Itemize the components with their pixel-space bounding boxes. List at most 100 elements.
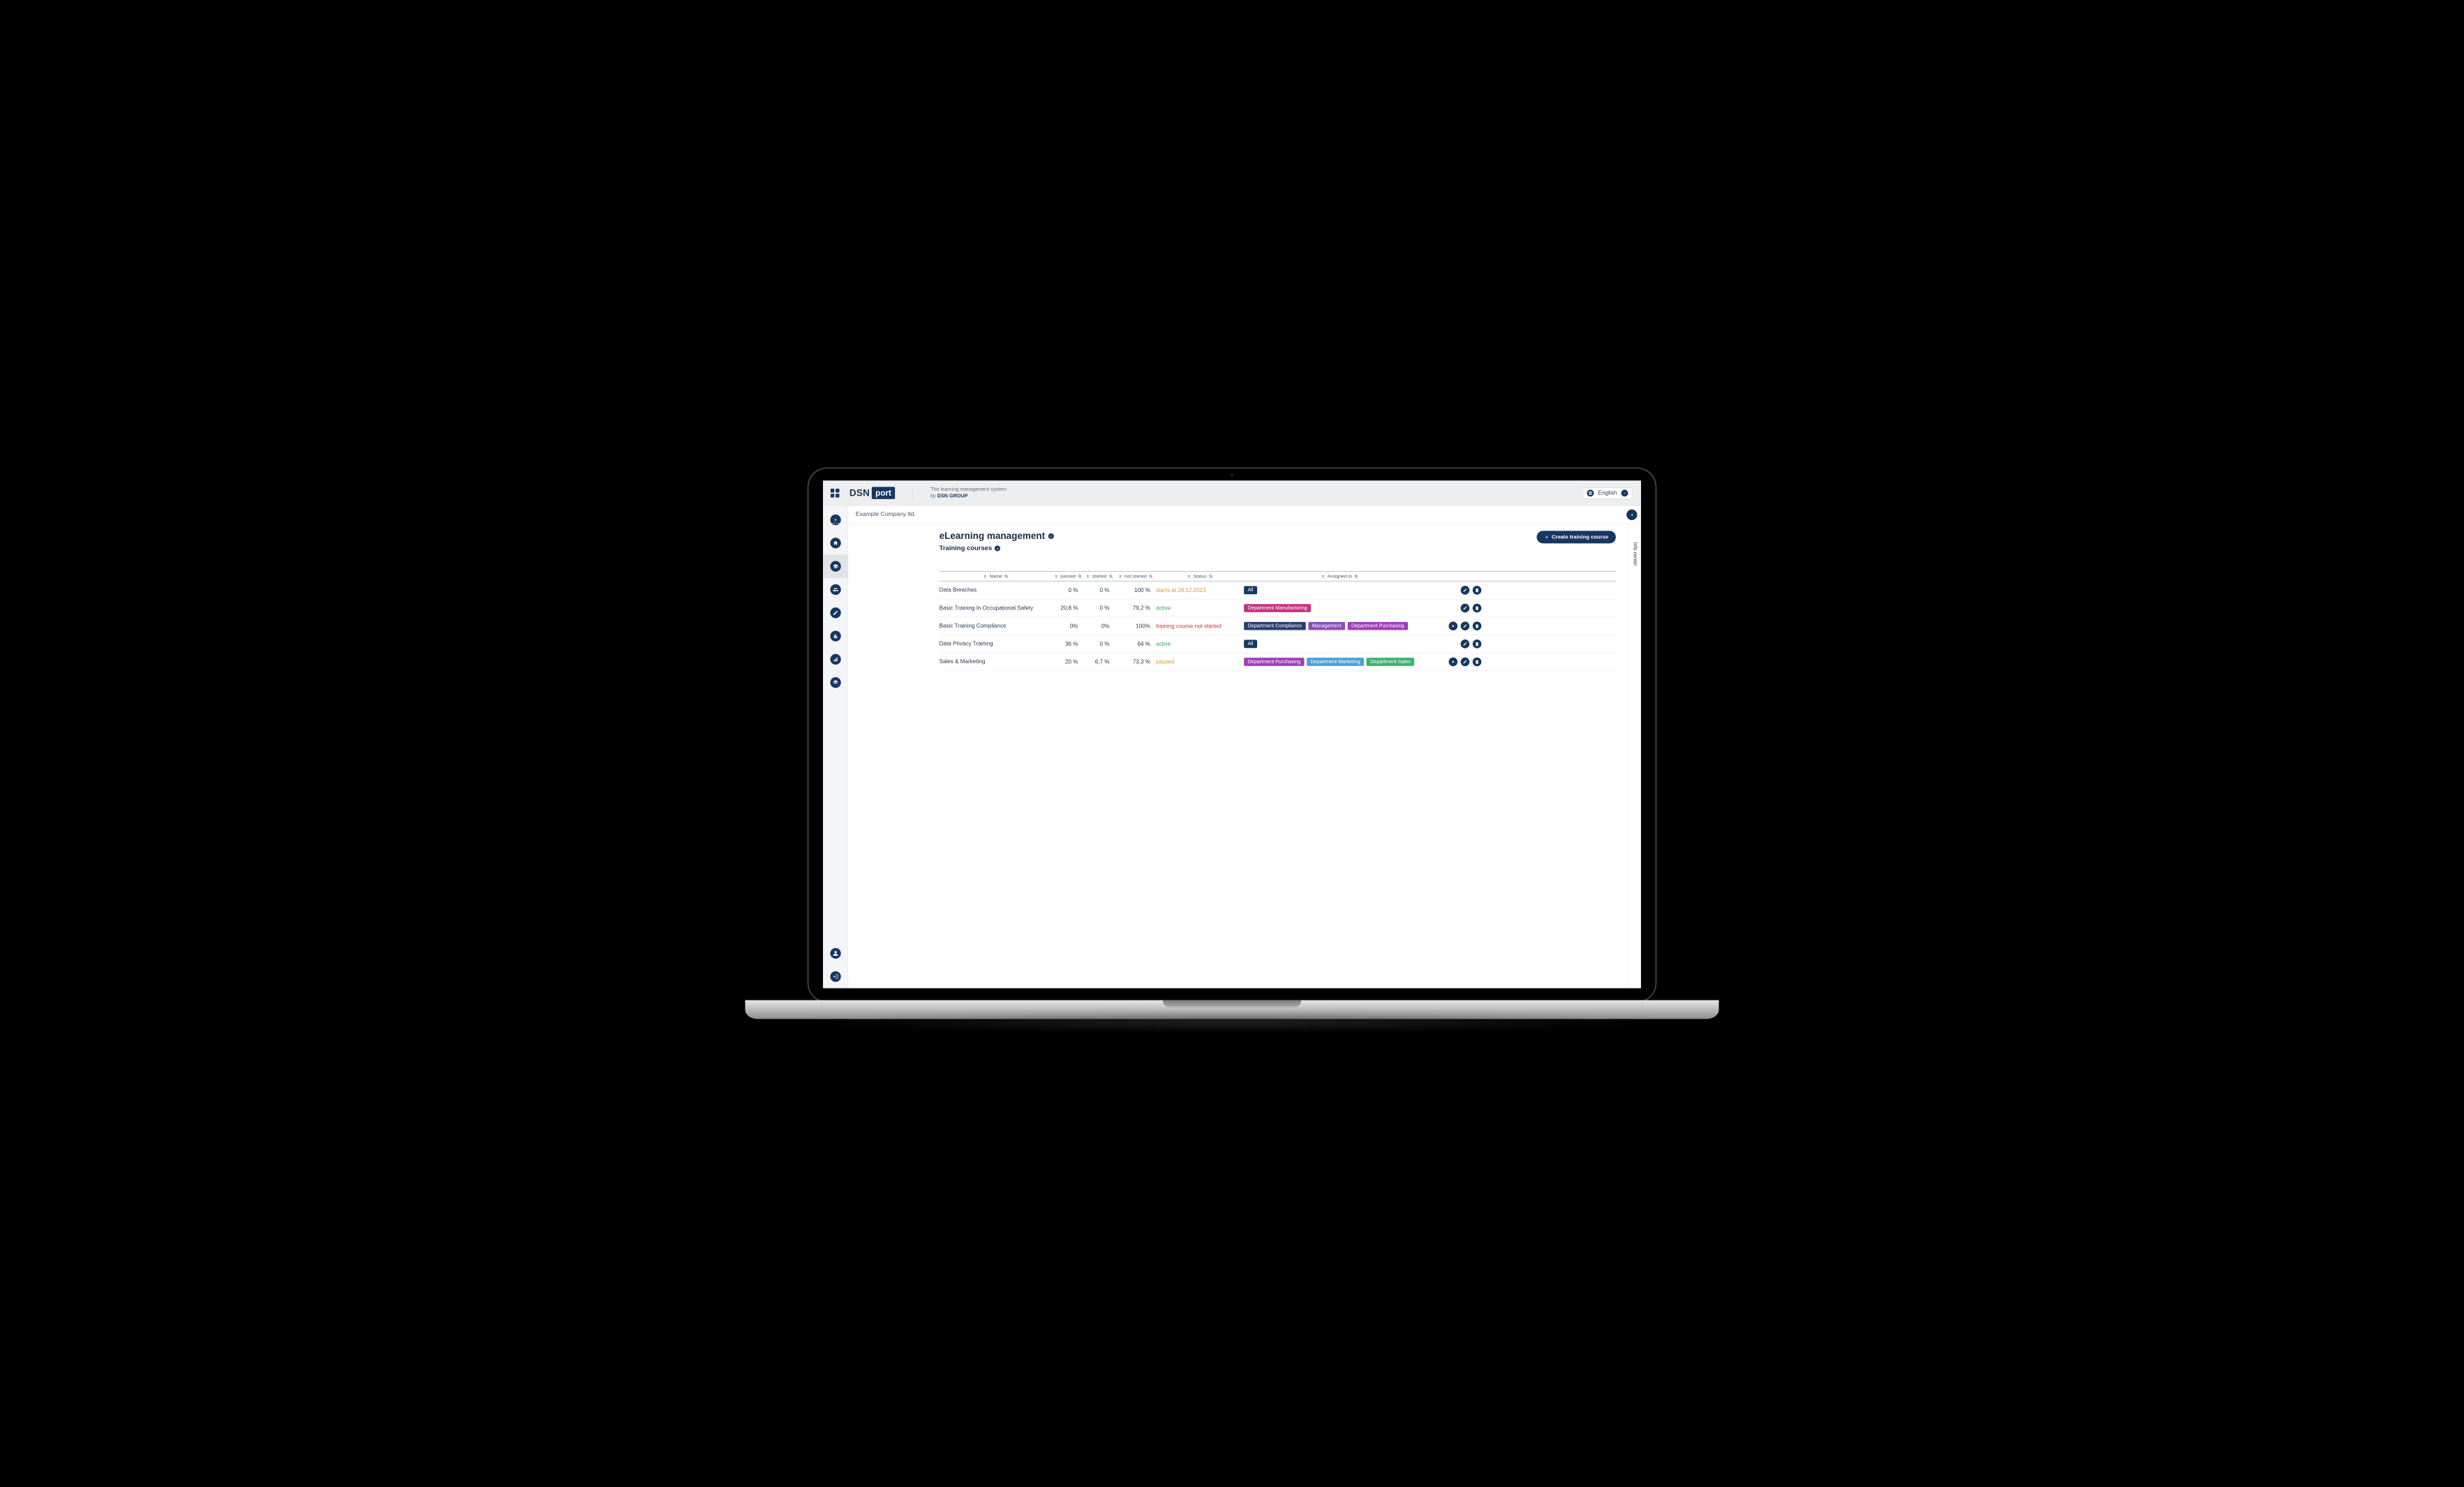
assigned-tag: Department Manufactoring: [1244, 604, 1311, 612]
chevron-left-icon: [1629, 512, 1634, 517]
cell-started: 0 %: [1084, 605, 1115, 611]
language-selector[interactable]: English: [1583, 487, 1633, 498]
assigned-tag: Management: [1308, 622, 1345, 630]
collapse-panel-button[interactable]: [1626, 510, 1637, 520]
play-button[interactable]: [1449, 621, 1458, 630]
delete-button[interactable]: [1473, 639, 1482, 649]
training-table: Name passed started: [940, 571, 1616, 671]
cell-passed: 0%: [1053, 623, 1084, 629]
col-status: Status: [1156, 574, 1244, 579]
cell-status: paused: [1156, 658, 1244, 665]
edit-button[interactable]: [1461, 658, 1470, 667]
cell-not-started: 73,3 %: [1115, 658, 1157, 665]
search-icon[interactable]: [1354, 574, 1359, 579]
sidebar-item-globe[interactable]: [823, 671, 848, 694]
cell-assigned: Department Manufactoring: [1244, 604, 1436, 612]
sidebar-item-stats[interactable]: [823, 648, 848, 671]
assigned-tag: Department Purchasing: [1244, 658, 1304, 666]
page-title: eLearning management i: [940, 531, 1054, 541]
apps-grid-icon[interactable]: [831, 489, 840, 498]
cell-not-started: 100 %: [1115, 587, 1157, 593]
laptop-screen: DSN port The learning management system …: [808, 468, 1656, 1002]
assigned-tag: Department Purchasing: [1348, 622, 1408, 630]
search-icon[interactable]: [1108, 574, 1113, 579]
cell-started: 0 %: [1084, 641, 1115, 647]
cell-not-started: 79,2 %: [1115, 605, 1157, 611]
cell-actions: [1436, 658, 1483, 667]
brand-text-left: DSN: [849, 487, 870, 498]
sort-icon[interactable]: [1053, 574, 1058, 579]
edit-button[interactable]: [1461, 604, 1470, 613]
table-row: Basic Training In Occupational Safety20,…: [940, 599, 1616, 617]
sidebar-item-edit[interactable]: [823, 601, 848, 624]
play-button[interactable]: [1449, 658, 1458, 667]
cell-started: 6,7 %: [1084, 658, 1115, 665]
brand-logo: DSN port: [849, 487, 895, 499]
tagline-line2: by DSN GROUP: [930, 493, 1007, 499]
chevron-down-icon: [1621, 489, 1628, 496]
search-icon[interactable]: [1148, 574, 1153, 579]
cell-name: Basic Training Compliance: [940, 622, 1053, 630]
sort-icon[interactable]: [983, 574, 988, 579]
cell-passed: 20,8 %: [1053, 605, 1084, 611]
users-icon: [830, 584, 840, 595]
cell-started: 0%: [1084, 623, 1115, 629]
sidebar-item-reports[interactable]: [823, 624, 848, 647]
sort-icon[interactable]: [1187, 574, 1192, 579]
cell-status: active: [1156, 605, 1244, 611]
top-bar: DSN port The learning management system …: [823, 480, 1641, 505]
cell-assigned: All: [1244, 640, 1436, 649]
cell-name: Sales & Marketing: [940, 658, 1053, 666]
sidebar-item-logout[interactable]: [823, 965, 848, 988]
assigned-tag: All: [1244, 586, 1257, 595]
sidebar-item-account[interactable]: [823, 942, 848, 965]
delete-button[interactable]: [1473, 621, 1482, 630]
cell-passed: 20 %: [1053, 658, 1084, 665]
assigned-tag: Department Sales: [1367, 658, 1414, 666]
search-icon[interactable]: [1004, 574, 1009, 579]
search-icon[interactable]: [1208, 574, 1213, 579]
info-icon[interactable]: i: [995, 546, 1000, 552]
breadcrumb-company: Example Company ltd.: [856, 511, 916, 518]
cell-status: active: [1156, 641, 1244, 647]
sort-icon[interactable]: [1085, 574, 1090, 579]
logout-icon: [830, 971, 840, 982]
assigned-tag: Department Compliance: [1244, 622, 1305, 630]
plus-icon: [1544, 535, 1549, 540]
cell-status: training course not started: [1156, 623, 1244, 629]
delete-button[interactable]: [1473, 586, 1482, 595]
home-icon: [830, 538, 840, 548]
edit-button[interactable]: [1461, 621, 1470, 630]
sidebar-item-users[interactable]: [823, 578, 848, 601]
info-center-panel[interactable]: Info center: [1628, 524, 1641, 989]
edit-button[interactable]: [1461, 639, 1470, 649]
table-row: Data Breaches0 %0 %100 %starts at 28.12.…: [940, 582, 1616, 600]
pencil-icon: [830, 607, 840, 618]
cell-actions: [1436, 621, 1483, 630]
cell-actions: [1436, 639, 1483, 649]
search-icon[interactable]: [1078, 574, 1083, 579]
cell-status: starts at 28.12.2023: [1156, 587, 1244, 593]
col-name: Name: [940, 574, 1053, 579]
cell-not-started: 100%: [1115, 623, 1157, 629]
col-passed: passed: [1053, 574, 1084, 579]
laptop-base: [745, 1000, 1719, 1019]
sidebar-item-home[interactable]: [823, 531, 848, 554]
info-icon[interactable]: i: [1048, 533, 1054, 539]
sidebar-item-elearning[interactable]: [823, 555, 848, 578]
assigned-tag: All: [1244, 640, 1257, 649]
col-assigned: Assigned to: [1244, 574, 1436, 579]
delete-button[interactable]: [1473, 604, 1482, 613]
create-training-button[interactable]: Create training course: [1536, 531, 1616, 543]
edit-button[interactable]: [1461, 586, 1470, 595]
sort-icon[interactable]: [1118, 574, 1122, 579]
cell-name: Basic Training In Occupational Safety: [940, 605, 1053, 612]
sidebar: [823, 505, 848, 988]
bar-chart-icon: [830, 654, 840, 665]
table-body: Data Breaches0 %0 %100 %starts at 28.12.…: [940, 582, 1616, 671]
table-row: Sales & Marketing20 %6,7 %73,3 %pausedDe…: [940, 653, 1616, 671]
globe-icon: [1587, 489, 1594, 496]
delete-button[interactable]: [1473, 658, 1482, 667]
tagline-line1: The learning management system: [930, 487, 1007, 493]
sort-icon[interactable]: [1321, 574, 1326, 579]
